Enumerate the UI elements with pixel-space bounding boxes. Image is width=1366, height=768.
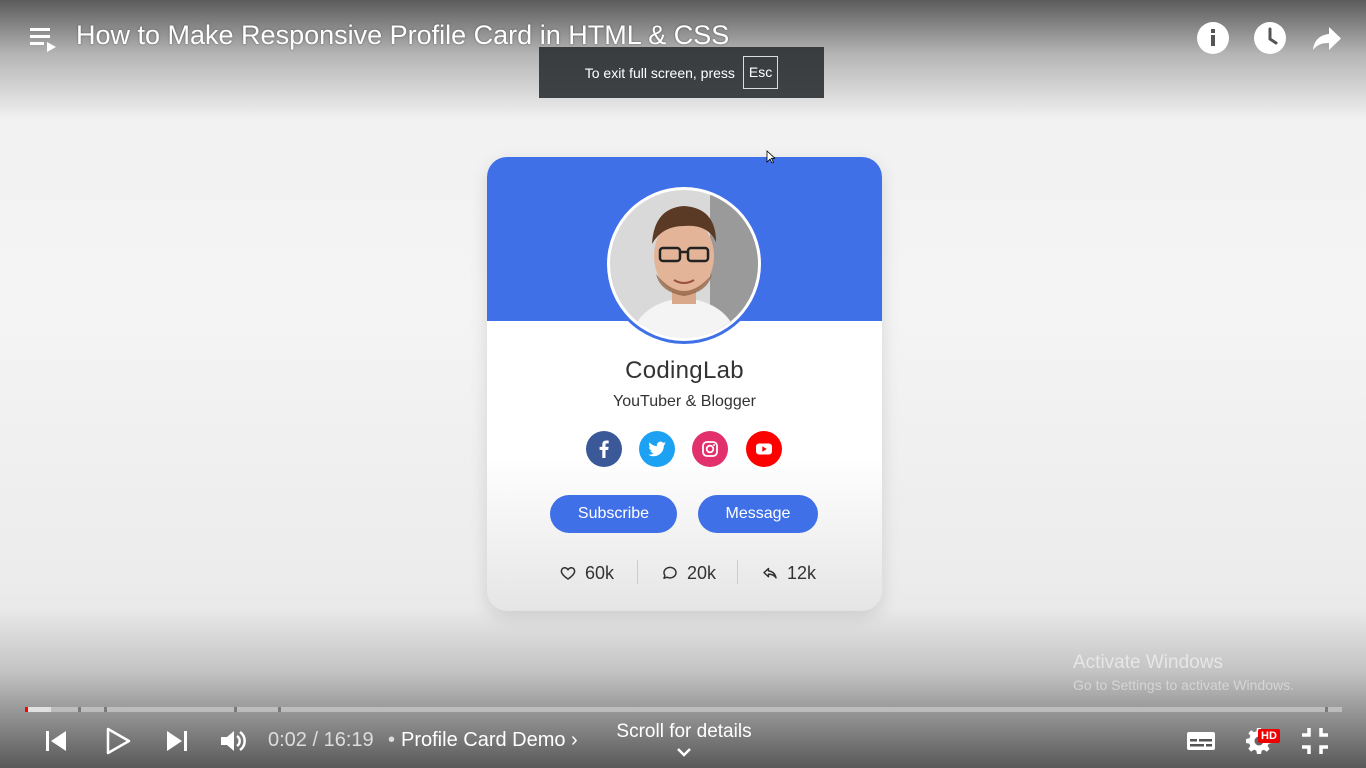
fullscreen-tooltip: To exit full screen, press Esc: [539, 47, 824, 98]
heart-icon: [560, 566, 576, 580]
previous-icon[interactable]: [41, 726, 71, 756]
profile-name: CodingLab: [625, 357, 744, 384]
message-button[interactable]: Message: [698, 495, 818, 533]
youtube-button[interactable]: [746, 431, 782, 467]
exit-fullscreen-icon[interactable]: [1300, 726, 1330, 756]
progress-bar[interactable]: [25, 707, 1342, 712]
video-frame[interactable]: CodingLab YouTuber & Blogger Subscribe M…: [0, 0, 1366, 768]
likes-count: 60k: [585, 562, 615, 583]
subtitles-icon[interactable]: [1186, 726, 1216, 756]
progress-played: [25, 707, 28, 712]
shares-stat[interactable]: 12k: [761, 561, 816, 585]
facebook-button[interactable]: [586, 431, 622, 467]
share-icon[interactable]: [1309, 20, 1345, 56]
chapter-marker: [78, 707, 81, 712]
time-display: 0:02 / 16:19: [268, 729, 374, 751]
youtube-icon: [746, 431, 782, 467]
avatar-photo: [610, 190, 758, 338]
subscribe-button[interactable]: Subscribe: [550, 495, 677, 533]
esc-key-label: Esc: [742, 56, 779, 89]
facebook-icon: [586, 431, 622, 467]
activation-watermark-subtext: Go to Settings to activate Windows.: [1073, 677, 1294, 693]
chapter-title[interactable]: Profile Card Demo ›: [401, 729, 578, 752]
comment-icon: [663, 566, 677, 579]
volume-icon[interactable]: [218, 726, 248, 756]
comments-stat[interactable]: 20k: [661, 561, 716, 585]
instagram-icon: [692, 431, 728, 467]
fullscreen-tooltip-text: To exit full screen, press: [584, 64, 735, 81]
chapter-marker: [1325, 707, 1328, 712]
playlist-icon[interactable]: [28, 24, 60, 54]
twitter-icon: [639, 431, 675, 467]
chevron-down-icon[interactable]: [676, 746, 692, 758]
chapter-marker: [104, 707, 107, 712]
likes-stat[interactable]: 60k: [559, 561, 614, 585]
chapter-marker: [234, 707, 237, 712]
reply-icon: [763, 567, 777, 579]
chapter-marker: [278, 707, 281, 712]
chapter-separator: •: [388, 729, 396, 751]
next-icon[interactable]: [162, 726, 192, 756]
play-icon[interactable]: [102, 726, 132, 756]
profile-card: CodingLab YouTuber & Blogger Subscribe M…: [487, 157, 882, 611]
progress-buffered: [25, 707, 52, 712]
mouse-cursor-icon: [766, 150, 775, 164]
hd-badge: HD: [1258, 729, 1280, 743]
comments-count: 20k: [687, 562, 717, 583]
stats-divider: [737, 560, 738, 584]
card-shade: [487, 457, 882, 611]
shares-count: 12k: [787, 562, 817, 583]
twitter-button[interactable]: [639, 431, 675, 467]
stats-divider: [637, 560, 638, 584]
info-icon[interactable]: [1195, 20, 1231, 56]
scroll-for-details[interactable]: Scroll for details: [600, 721, 768, 743]
watch-later-icon[interactable]: [1252, 20, 1288, 56]
activation-watermark: Activate Windows: [1073, 652, 1223, 673]
avatar: [607, 187, 761, 341]
instagram-button[interactable]: [692, 431, 728, 467]
profile-role: YouTuber & Blogger: [613, 393, 756, 410]
